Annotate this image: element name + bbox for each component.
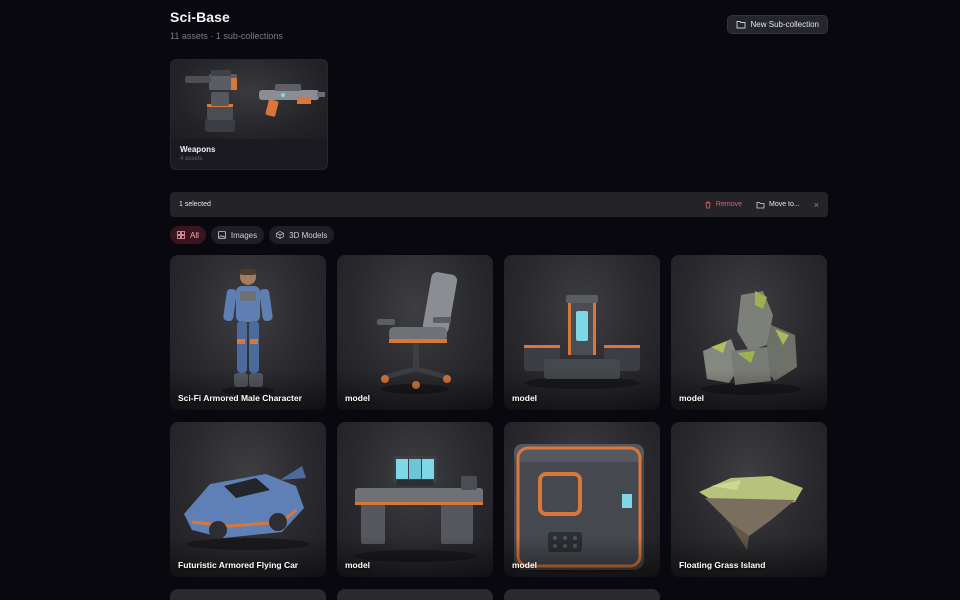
new-subcollection-label: New Sub-collection bbox=[750, 20, 819, 29]
image-icon bbox=[217, 231, 226, 239]
filter-images-label: Images bbox=[230, 230, 258, 240]
collection-summary: 11 assets · 1 sub-collections bbox=[170, 31, 283, 41]
asset-grid: Sci-Fi Armored Male Character model mode… bbox=[170, 255, 827, 577]
close-selection-icon[interactable]: × bbox=[814, 200, 819, 210]
asset-title: model bbox=[512, 393, 538, 403]
asset-card-partial[interactable] bbox=[504, 589, 660, 600]
asset-card[interactable]: model bbox=[671, 255, 827, 410]
asset-title: model bbox=[345, 560, 371, 570]
asset-title: Sci-Fi Armored Male Character bbox=[178, 393, 302, 403]
asset-card[interactable]: Sci-Fi Armored Male Character bbox=[170, 255, 326, 410]
selection-count: 1 selected bbox=[179, 201, 211, 208]
subcollection-thumbnail bbox=[171, 60, 327, 139]
asset-card[interactable]: model bbox=[337, 255, 493, 410]
card-shade bbox=[337, 370, 493, 410]
asset-card[interactable]: model bbox=[337, 422, 493, 577]
filter-3d-models[interactable]: 3D Models bbox=[269, 226, 335, 244]
asset-card[interactable]: Floating Grass Island bbox=[671, 422, 827, 577]
card-shade bbox=[170, 537, 326, 577]
move-to-button[interactable]: Move to... bbox=[756, 201, 800, 209]
page-title: Sci-Base bbox=[170, 9, 230, 25]
grid-icon bbox=[177, 231, 185, 239]
asset-card[interactable]: model bbox=[504, 422, 660, 577]
asset-card-partial[interactable] bbox=[170, 589, 326, 600]
asset-grid-next-row bbox=[170, 589, 660, 600]
filter-images[interactable]: Images bbox=[210, 226, 265, 244]
filter-3d-models-label: 3D Models bbox=[289, 230, 328, 240]
folder-icon bbox=[756, 201, 765, 208]
asset-title: model bbox=[345, 393, 371, 403]
move-to-label: Move to... bbox=[769, 201, 800, 208]
remove-label: Remove bbox=[715, 201, 742, 208]
remove-button[interactable]: Remove bbox=[704, 201, 742, 209]
collection-page: Sci-Base 11 assets · 1 sub-collections N… bbox=[170, 0, 828, 600]
asset-type-filters: All Images 3D Models bbox=[170, 226, 335, 244]
card-shade bbox=[504, 370, 660, 410]
asset-card[interactable]: model bbox=[504, 255, 660, 410]
card-shade bbox=[337, 537, 493, 577]
card-shade bbox=[671, 537, 827, 577]
subcollection-name: Weapons bbox=[180, 145, 216, 154]
asset-card-partial[interactable] bbox=[337, 589, 493, 600]
cube-icon bbox=[276, 231, 284, 239]
asset-title: Futuristic Armored Flying Car bbox=[178, 560, 299, 570]
asset-title: Floating Grass Island bbox=[679, 560, 766, 570]
subcollection-card-weapons[interactable]: Weapons 4 assets bbox=[170, 59, 328, 170]
asset-title: model bbox=[679, 393, 705, 403]
subcollection-count: 4 assets bbox=[180, 156, 203, 162]
trash-icon bbox=[705, 201, 711, 208]
card-shade bbox=[170, 370, 326, 410]
card-shade bbox=[504, 537, 660, 577]
card-shade bbox=[671, 370, 827, 410]
folder-plus-icon bbox=[736, 21, 745, 29]
filter-all[interactable]: All bbox=[170, 226, 206, 244]
filter-all-label: All bbox=[190, 230, 199, 240]
selection-toolbar: 1 selected Remove Move to... × bbox=[170, 192, 828, 217]
new-subcollection-button[interactable]: New Sub-collection bbox=[726, 15, 828, 34]
asset-card[interactable]: Futuristic Armored Flying Car bbox=[170, 422, 326, 577]
asset-title: model bbox=[512, 560, 538, 570]
